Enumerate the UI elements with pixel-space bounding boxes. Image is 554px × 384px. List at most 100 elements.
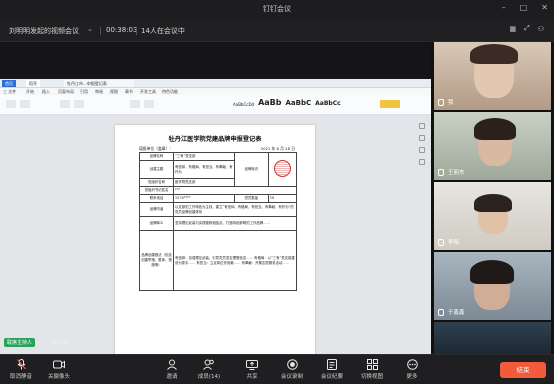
minutes-icon bbox=[314, 358, 350, 370]
brand-logo bbox=[273, 160, 291, 177]
wps-menu-bar: 三 文件 开始 插入 页面布局 引用 审阅 视图 章节 开发工具 特色功能 bbox=[0, 88, 431, 95]
close-icon[interactable]: ✕ bbox=[541, 3, 548, 12]
record-button[interactable]: 会议录制 bbox=[274, 358, 310, 380]
vip-button[interactable] bbox=[380, 100, 400, 108]
mic-icon: 🎤︎ bbox=[39, 339, 47, 346]
top-right-tools: ▦ ⤢ ⚇ bbox=[509, 24, 544, 33]
wps-tab-bar: 首页 稻壳 牡丹江市...申报登记表 bbox=[0, 79, 431, 88]
cell-value: “三有”党支部 bbox=[173, 152, 235, 161]
paste-button[interactable] bbox=[6, 100, 16, 108]
mic-icon bbox=[438, 309, 444, 316]
active-speaker-label: 联席主持人 🎤︎ 刘明明 bbox=[4, 338, 67, 347]
side-tool-4[interactable] bbox=[419, 159, 425, 165]
toolbar-label: 会议录制 bbox=[280, 374, 303, 380]
participant-tile[interactable] bbox=[434, 322, 551, 354]
member-count[interactable]: 14人在会议中 bbox=[141, 26, 185, 36]
participant-name: 我 bbox=[448, 100, 454, 106]
participant-tile[interactable]: 于鑫鑫 bbox=[434, 252, 551, 320]
camera-button[interactable]: 关摄像头 bbox=[41, 358, 77, 380]
host-badge: 联席主持人 bbox=[4, 338, 36, 347]
cell-label: 党组织书记姓名 bbox=[139, 186, 174, 195]
participant-name: 李阳 bbox=[448, 240, 460, 246]
wps-ribbon: AaBbCcDd AaBb AaBbC AaBbCc bbox=[0, 95, 431, 115]
side-tool-1[interactable] bbox=[419, 123, 425, 129]
invite-icon bbox=[154, 358, 190, 370]
cell-label: 联系电话 bbox=[139, 194, 174, 203]
tab-home[interactable]: 首页 bbox=[2, 80, 16, 87]
fullscreen-icon[interactable]: ⤢ bbox=[524, 24, 530, 33]
cell-value: 有信仰：加强理论武装，引导党员坚定理想信念…… 有格局：以“三有”党支部建设为抓… bbox=[173, 230, 297, 291]
cell-label: 品牌标识 bbox=[233, 152, 269, 187]
cell-label: 创建主题 bbox=[139, 160, 174, 179]
participant-tile[interactable]: 李阳 bbox=[434, 182, 551, 250]
side-toolbar bbox=[419, 123, 427, 171]
cell-value: 1376**** bbox=[173, 194, 235, 203]
cell-label: 品牌内涵 bbox=[139, 202, 174, 217]
unmute-button[interactable]: 取消静音 bbox=[3, 358, 39, 380]
mic-icon bbox=[438, 99, 444, 106]
more-button[interactable]: 更多 bbox=[394, 358, 430, 380]
cell-value: *** bbox=[173, 186, 297, 195]
host-name: 刘明明 bbox=[50, 340, 68, 347]
tab-document[interactable]: 牡丹江市...申报登记表 bbox=[64, 80, 134, 87]
participant-tile[interactable]: 王丽东 bbox=[434, 112, 551, 180]
cut-button[interactable] bbox=[20, 100, 30, 108]
side-tool-2[interactable] bbox=[419, 135, 425, 141]
meeting-title[interactable]: 刘明明发起的视频会议 bbox=[9, 26, 79, 36]
members-icon bbox=[191, 358, 227, 370]
font-box[interactable] bbox=[60, 100, 70, 108]
document-title: 牡丹江医学院党建品牌申报登记表 bbox=[168, 136, 262, 143]
end-meeting-button[interactable]: 结束 bbox=[500, 362, 546, 378]
font-size-box[interactable] bbox=[74, 100, 84, 108]
title-bar: 钉钉会议 – □ ✕ bbox=[0, 0, 554, 20]
style-heading3[interactable]: AaBbCc bbox=[315, 100, 341, 107]
layout-icon bbox=[354, 358, 390, 370]
meeting-window: 钉钉会议 – □ ✕ 刘明明发起的视频会议 ⌄ 00:38:03 14人在会议中… bbox=[0, 0, 554, 384]
toolbar-label: 邀请 bbox=[166, 374, 178, 380]
participant-name: 王丽东 bbox=[448, 170, 465, 176]
cell-label: 品牌名称 bbox=[139, 152, 174, 161]
people-icon[interactable]: ⚇ bbox=[538, 25, 544, 33]
brand-logo-cell bbox=[267, 152, 298, 187]
cell-value: 以支部的工作特色为主线，建立“有信仰、有格局、有担当、有奉献、有作为”的党员品牌… bbox=[173, 202, 297, 217]
side-tool-3[interactable] bbox=[419, 147, 425, 153]
invite-button[interactable]: 邀请 bbox=[154, 358, 190, 380]
meeting-info-bar: 刘明明发起的视频会议 ⌄ 00:38:03 14人在会议中 ▦ ⤢ ⚇ bbox=[0, 20, 554, 42]
cell-label: 党组织名称 bbox=[139, 178, 174, 187]
switch-view-button[interactable]: 切换视图 bbox=[354, 358, 390, 380]
chevron-down-icon[interactable]: ⌄ bbox=[87, 25, 93, 33]
align-button[interactable] bbox=[130, 100, 140, 108]
cell-label: 品牌释义 bbox=[139, 216, 174, 231]
cell-label: 品牌创建做法（包括创建举措、载体、措施等） bbox=[139, 230, 174, 291]
toolbar-label: 切换视图 bbox=[360, 374, 383, 380]
document-page: 牡丹江医学院党建品牌申报登记表 填报单位（盖章）： 2021 年 6 月 28 … bbox=[115, 125, 315, 363]
toolbar-label: 成员(14) bbox=[197, 374, 221, 380]
fill-unit-label: 填报单位（盖章）： bbox=[139, 146, 174, 151]
camera-icon bbox=[41, 358, 77, 370]
style-heading1[interactable]: AaBb bbox=[258, 98, 281, 107]
cell-value: 坚持理论武装与实践锻炼相结合，打造特色鲜明的工作品牌…… bbox=[173, 216, 297, 231]
record-icon bbox=[274, 358, 310, 370]
mic-muted-icon bbox=[3, 358, 39, 370]
share-button[interactable]: 共享 bbox=[234, 358, 270, 380]
minutes-button[interactable]: 会议纪要 bbox=[314, 358, 350, 380]
tab-docer[interactable]: 稻壳 bbox=[26, 80, 40, 87]
minimize-icon[interactable]: – bbox=[502, 3, 506, 12]
grid-view-icon[interactable]: ▦ bbox=[509, 25, 516, 33]
participant-gallery: 我 王丽东 李阳 于鑫鑫 bbox=[431, 42, 554, 354]
members-button[interactable]: 成员(14) bbox=[191, 358, 227, 380]
style-normal[interactable]: AaBbCcDd bbox=[233, 102, 254, 107]
elapsed-time: 00:38:03 bbox=[106, 26, 138, 34]
bottom-toolbar: 取消静音 关摄像头 邀请 成员(14) 共享 会议录制 会议纪要 切换视图 更多… bbox=[0, 354, 554, 384]
style-heading2[interactable]: AaBbC bbox=[286, 99, 312, 107]
style-gallery[interactable]: AaBbCcDd AaBb AaBbC AaBbCc bbox=[233, 98, 341, 107]
mic-icon bbox=[438, 169, 444, 176]
maximize-icon[interactable]: □ bbox=[520, 3, 528, 12]
participant-tile[interactable]: 我 bbox=[434, 42, 551, 110]
cell-value: 医学院党支部 bbox=[173, 178, 235, 187]
toolbar-label: 取消静音 bbox=[9, 374, 32, 380]
list-button[interactable] bbox=[144, 100, 154, 108]
toolbar-label: 会议纪要 bbox=[320, 374, 343, 380]
shared-screen: 首页 稻壳 牡丹江市...申报登记表 三 文件 开始 插入 页面布局 引用 审阅… bbox=[0, 42, 431, 363]
toolbar-label: 共享 bbox=[246, 374, 258, 380]
